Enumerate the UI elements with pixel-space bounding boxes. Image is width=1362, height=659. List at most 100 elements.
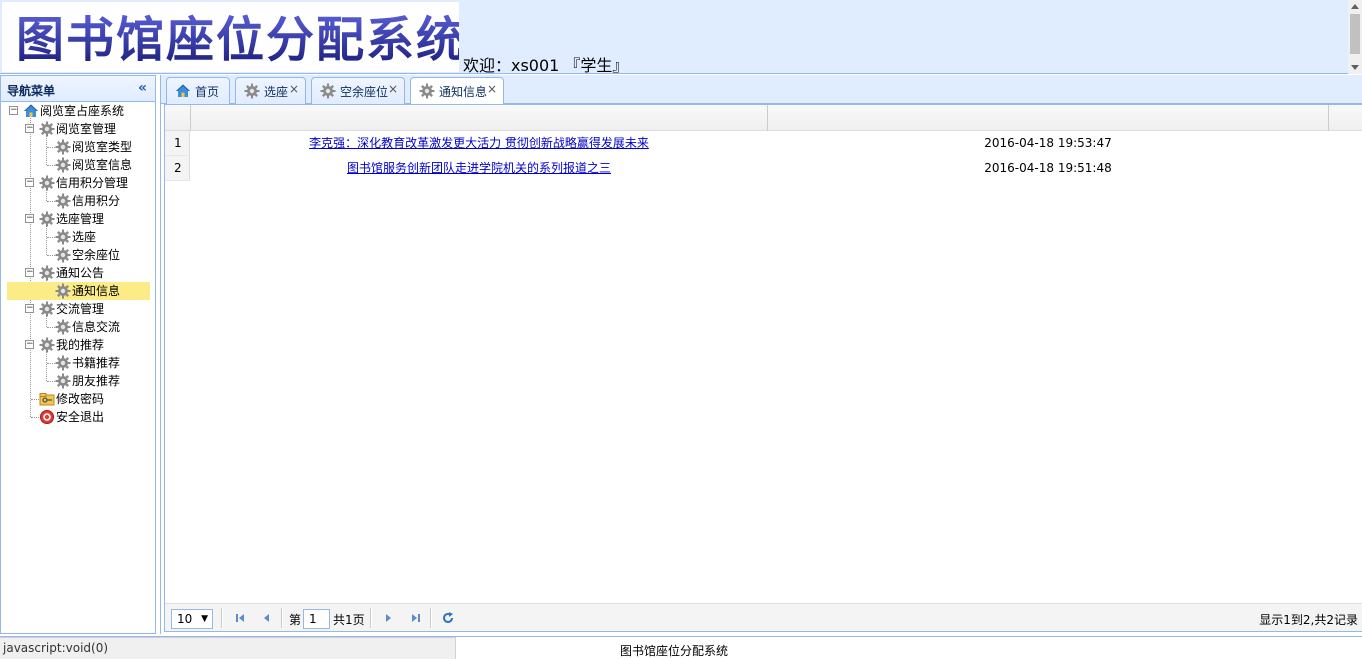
page-prefix: 第 bbox=[289, 613, 302, 627]
collapse-panel-icon[interactable]: « bbox=[138, 80, 147, 96]
tree-node-label: 通知公告 bbox=[56, 266, 105, 280]
notice-grid: 1 李克强：深化教育改革激发更大活力 贯彻创新战略赢得发展未来 2016-04-18… bbox=[164, 104, 1362, 632]
notice-title-link[interactable]: 李克强：深化教育改革激发更大活力 贯彻创新战略赢得发展未来 bbox=[309, 136, 649, 150]
welcome-text: 欢迎：xs001 『学生』 bbox=[463, 56, 629, 75]
page-scrollbar[interactable] bbox=[1348, 0, 1362, 74]
logo-text: 图书馆座位分配系统 bbox=[16, 12, 459, 68]
close-icon[interactable]: × bbox=[388, 82, 398, 96]
tree-node-label: 信用积分管理 bbox=[56, 176, 129, 190]
title-cell: 李克强：深化教育改革激发更大活力 贯彻创新战略赢得发展未来 bbox=[191, 131, 767, 156]
grid-header bbox=[165, 105, 1362, 131]
navigation-tree: − 阅览室占座系统 − 阅览室管理 阅览室类型 阅览室信息 − 信用积分管理 信用积分 − 选座管理… bbox=[1, 102, 155, 426]
tree-group-3[interactable]: − 通知公告 bbox=[1, 264, 151, 282]
pagination-bar: 10 ▼ 第 1 共1页 显示1到2,共2记录 bbox=[165, 603, 1362, 631]
pager-separator bbox=[370, 608, 372, 628]
tree-node-label: 朋友推荐 bbox=[72, 374, 121, 388]
tree-node-label: 选座管理 bbox=[56, 212, 105, 226]
column-divider[interactable] bbox=[190, 105, 191, 131]
tree-node-label: 空余座位 bbox=[72, 248, 121, 262]
tree-node-root[interactable]: − 阅览室占座系统 bbox=[1, 102, 151, 120]
logo: 图书馆座位分配系统 bbox=[2, 2, 459, 72]
gear-icon bbox=[55, 319, 71, 335]
close-icon[interactable]: × bbox=[289, 82, 299, 96]
tree-item-0-0[interactable]: 阅览室类型 bbox=[1, 138, 151, 156]
tree-group-1[interactable]: − 信用积分管理 bbox=[1, 174, 151, 192]
notice-title-link[interactable]: 图书馆服务创新团队走进学院机关的系列报道之三 bbox=[347, 161, 611, 175]
last-page-icon[interactable] bbox=[406, 609, 424, 627]
tab-label: 首页 bbox=[195, 85, 220, 99]
collapse-toggle-icon[interactable]: − bbox=[25, 178, 34, 187]
tree-item-1-0[interactable]: 信用积分 bbox=[1, 192, 151, 210]
collapse-toggle-icon[interactable]: − bbox=[25, 340, 34, 349]
collapse-toggle-icon[interactable]: − bbox=[25, 304, 34, 313]
tree-node-label: 阅览室管理 bbox=[56, 122, 117, 136]
gear-icon bbox=[55, 283, 71, 299]
tree-group-0[interactable]: − 阅览室管理 bbox=[1, 120, 151, 138]
tree-group-2[interactable]: − 选座管理 bbox=[1, 210, 151, 228]
status-url: javascript:void(0) bbox=[0, 637, 456, 659]
row-number: 1 bbox=[165, 131, 190, 156]
scrollbar-thumb[interactable] bbox=[1350, 14, 1360, 54]
pager-separator bbox=[281, 608, 283, 628]
tree-group-5[interactable]: − 我的推荐 bbox=[1, 336, 151, 354]
page-size-select[interactable]: 10 ▼ bbox=[171, 609, 213, 629]
gear-icon bbox=[55, 373, 71, 389]
scroll-down-icon[interactable] bbox=[1351, 65, 1359, 70]
tab-3[interactable]: 通知信息 × bbox=[410, 77, 504, 105]
gear-icon bbox=[55, 229, 71, 245]
tab-label: 选座 bbox=[264, 85, 289, 99]
gear-icon bbox=[39, 121, 55, 137]
header: 图书馆座位分配系统 欢迎：xs001 『学生』 bbox=[0, 0, 1362, 75]
footer-text: 图书馆座位分配系统 bbox=[620, 644, 729, 658]
page-size-value: 10 bbox=[177, 612, 193, 626]
tree-group-4[interactable]: − 交流管理 bbox=[1, 300, 151, 318]
prev-page-icon[interactable] bbox=[257, 609, 275, 627]
page-number-input[interactable]: 1 bbox=[303, 609, 330, 629]
tree-item-2-0[interactable]: 选座 bbox=[1, 228, 151, 246]
home-icon bbox=[175, 83, 191, 99]
gear-icon bbox=[55, 157, 71, 173]
tab-bar: 首页 选座 × 空余座位 × 通知信息 × bbox=[161, 75, 1362, 105]
tree-item-3-0[interactable]: 通知信息 bbox=[7, 282, 150, 300]
pager-separator bbox=[221, 608, 223, 628]
key-folder-icon bbox=[39, 391, 55, 407]
first-page-icon[interactable] bbox=[231, 609, 249, 627]
collapse-toggle-icon[interactable]: − bbox=[25, 214, 34, 223]
tree-item-4-0[interactable]: 信息交流 bbox=[1, 318, 151, 336]
tree-node-label: 修改密码 bbox=[56, 392, 105, 406]
navigation-panel-title: 导航菜单 bbox=[7, 84, 56, 98]
navigation-panel: 导航菜单 « − 阅览室占座系统 − 阅览室管理 阅览室类型 阅览室信息 − 信用积分管理 信用… bbox=[0, 75, 156, 634]
collapse-toggle-icon[interactable]: − bbox=[9, 106, 18, 115]
gear-icon bbox=[39, 301, 55, 317]
collapse-toggle-icon[interactable]: − bbox=[25, 268, 34, 277]
tab-0[interactable]: 首页 bbox=[166, 77, 230, 104]
gear-icon bbox=[55, 139, 71, 155]
tree-item-0-1[interactable]: 阅览室信息 bbox=[1, 156, 151, 174]
tree-item-2-1[interactable]: 空余座位 bbox=[1, 246, 151, 264]
collapse-toggle-icon[interactable]: − bbox=[25, 124, 34, 133]
tree-item-change-password[interactable]: 修改密码 bbox=[1, 390, 151, 408]
next-page-icon[interactable] bbox=[379, 609, 397, 627]
gear-icon bbox=[39, 175, 55, 191]
table-row[interactable]: 2 图书馆服务创新团队走进学院机关的系列报道之三 2016-04-18 19:51:… bbox=[165, 156, 1362, 181]
tab-label: 空余座位 bbox=[340, 85, 389, 99]
column-divider[interactable] bbox=[767, 105, 768, 131]
tab-2[interactable]: 空余座位 × bbox=[311, 77, 405, 104]
row-number: 2 bbox=[165, 156, 190, 181]
time-cell: 2016-04-18 19:51:48 bbox=[984, 161, 1112, 175]
tree-item-logout[interactable]: 安全退出 bbox=[1, 408, 151, 426]
scroll-up-icon[interactable] bbox=[1351, 4, 1359, 9]
tree-item-5-1[interactable]: 朋友推荐 bbox=[1, 372, 151, 390]
refresh-icon[interactable] bbox=[439, 609, 457, 627]
column-divider[interactable] bbox=[1328, 105, 1329, 131]
table-row[interactable]: 1 李克强：深化教育改革激发更大活力 贯彻创新战略赢得发展未来 2016-04-18… bbox=[165, 131, 1362, 156]
app-window: 图书馆座位分配系统 欢迎：xs001 『学生』 导航菜单 « − 阅览室占座系统 −… bbox=[0, 0, 1362, 659]
main-content: 首页 选座 × 空余座位 × 通知信息 × 1 李克强：深化教育改革激发更大活力 贯彻创新战略… bbox=[160, 75, 1362, 634]
gear-icon bbox=[39, 211, 55, 227]
tree-item-5-0[interactable]: 书籍推荐 bbox=[1, 354, 151, 372]
tab-1[interactable]: 选座 × bbox=[235, 77, 306, 104]
tree-node-label: 通知信息 bbox=[72, 284, 121, 298]
tree-node-label: 信息交流 bbox=[72, 320, 121, 334]
close-icon[interactable]: × bbox=[487, 82, 497, 96]
gear-icon bbox=[244, 83, 260, 99]
